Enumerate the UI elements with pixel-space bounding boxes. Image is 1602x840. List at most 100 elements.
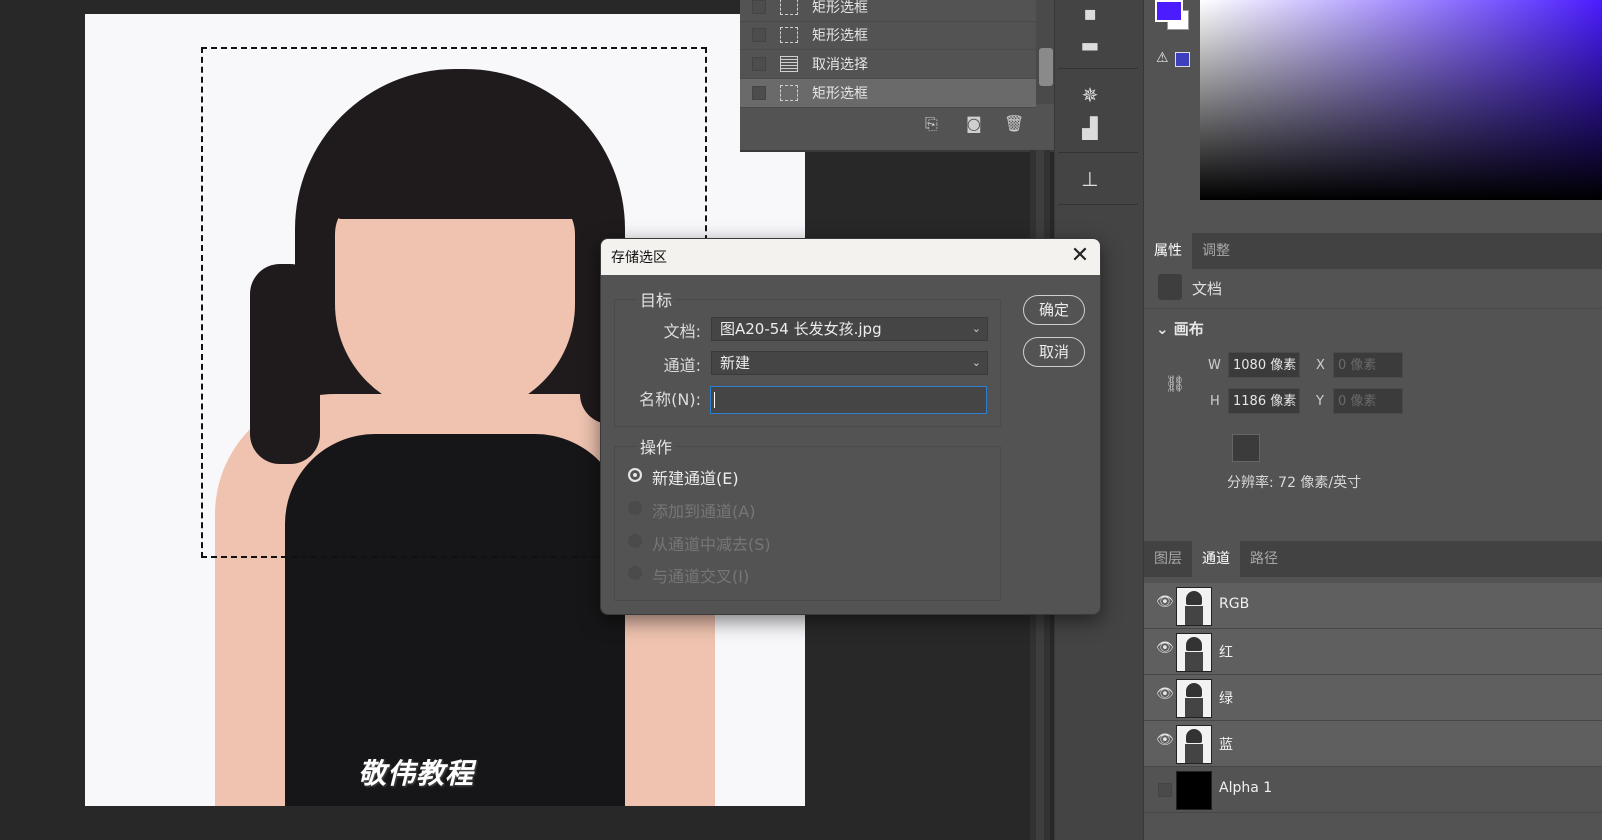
- channel-select-value: 新建: [720, 354, 751, 372]
- close-icon[interactable]: ✕: [1067, 243, 1093, 269]
- clone-source-icon[interactable]: ⊥: [1077, 166, 1103, 192]
- radio-add-to-channel-label: 添加到通道(A): [652, 502, 756, 521]
- history-item-label: 取消选择: [812, 57, 868, 73]
- radio-new-channel-label: 新建通道(E): [652, 469, 739, 488]
- eye-icon[interactable]: 👁: [1156, 687, 1174, 701]
- chevron-down-icon: ⌄: [1156, 320, 1174, 338]
- channel-thumbnail: [1176, 633, 1212, 672]
- channel-name: RGB: [1219, 596, 1250, 612]
- web-safe-swatch[interactable]: [1175, 52, 1190, 67]
- channel-thumbnail: [1176, 771, 1212, 810]
- channel-thumbnail: [1176, 587, 1212, 626]
- link-icon[interactable]: ⛓: [1165, 374, 1185, 393]
- eye-icon[interactable]: 👁: [1156, 733, 1174, 747]
- divider: [1058, 204, 1138, 205]
- radio-intersect-with-channel-label: 与通道交叉(I): [652, 567, 750, 586]
- snapshot-checkbox[interactable]: [752, 57, 766, 71]
- eye-icon[interactable]: 👁: [1156, 641, 1174, 655]
- history-item-label: 矩形选框: [812, 28, 868, 44]
- channel-row[interactable]: 👁 蓝: [1144, 721, 1602, 767]
- radio-subtract-from-channel[interactable]: [628, 534, 642, 548]
- name-input[interactable]: [710, 386, 987, 414]
- new-document-from-state-icon[interactable]: ⎘: [925, 114, 938, 134]
- comment-icon[interactable]: ▬: [1077, 32, 1103, 58]
- channel-name: Alpha 1: [1219, 780, 1273, 796]
- dialog-title: 存储选区: [611, 250, 667, 266]
- radio-add-to-channel[interactable]: [628, 501, 642, 515]
- tab-channels[interactable]: 通道: [1192, 541, 1240, 577]
- plugin-icon[interactable]: ▪: [1077, 0, 1103, 26]
- x-field[interactable]: 0 像素: [1333, 352, 1403, 378]
- channel-name: 绿: [1219, 691, 1233, 707]
- height-label: H: [1210, 394, 1220, 409]
- history-item[interactable]: 矩形选框: [740, 21, 1036, 50]
- history-item[interactable]: 矩形选框: [740, 0, 1036, 22]
- out-of-gamut-warning-icon[interactable]: ⚠: [1156, 50, 1169, 66]
- foreground-color-swatch[interactable]: [1155, 0, 1183, 22]
- color-picker-field[interactable]: [1200, 0, 1602, 200]
- camera-icon[interactable]: ◙: [966, 114, 982, 133]
- snapshot-checkbox[interactable]: [752, 0, 766, 14]
- radio-subtract-from-channel-label: 从通道中减去(S): [652, 535, 771, 554]
- width-field[interactable]: 1080 像素: [1228, 352, 1300, 378]
- resolution-text: 分辨率: 72 像素/英寸: [1227, 475, 1362, 491]
- tab-layers[interactable]: 图层: [1144, 541, 1192, 577]
- tab-properties[interactable]: 属性: [1144, 233, 1192, 269]
- history-item-label: 矩形选框: [812, 86, 868, 102]
- properties-type-label: 文档: [1192, 280, 1223, 298]
- document-icon: [780, 56, 798, 72]
- text-caret: [714, 392, 715, 408]
- marquee-icon: [780, 85, 798, 101]
- portrait-orientation-icon[interactable]: [1232, 434, 1260, 462]
- divider: [1058, 68, 1138, 69]
- channel-name: 红: [1219, 645, 1233, 661]
- divider: [1058, 152, 1138, 153]
- radio-intersect-with-channel[interactable]: [628, 566, 642, 580]
- channel-label: 通道:: [663, 356, 701, 375]
- channel-select[interactable]: 新建 ⌄: [711, 351, 988, 375]
- cancel-button[interactable]: 取消: [1023, 337, 1085, 367]
- history-panel: 矩形选框 矩形选框 取消选择 矩形选框 ⎘ ◙ 🗑: [740, 0, 1058, 152]
- divider: [1144, 308, 1602, 309]
- history-item-selected[interactable]: 矩形选框: [740, 79, 1036, 108]
- channel-row[interactable]: 👁 RGB: [1144, 583, 1602, 629]
- height-field[interactable]: 1186 像素: [1228, 388, 1300, 414]
- tab-paths[interactable]: 路径: [1240, 541, 1288, 577]
- y-field[interactable]: 0 像素: [1333, 388, 1403, 414]
- width-label: W: [1208, 358, 1221, 373]
- channel-row-alpha[interactable]: Alpha 1: [1144, 767, 1602, 813]
- marquee-icon: [780, 27, 798, 43]
- channel-thumbnail: [1176, 679, 1212, 718]
- marquee-icon: [780, 0, 798, 15]
- watermark: 敬伟教程: [358, 757, 475, 790]
- dialog-titlebar[interactable]: [601, 239, 1100, 275]
- y-label: Y: [1316, 394, 1324, 409]
- channel-row[interactable]: 👁 红: [1144, 629, 1602, 675]
- channels-tabbar: 图层 通道 路径: [1144, 541, 1602, 577]
- document-select[interactable]: 图A20-54 长发女孩.jpg ⌄: [711, 317, 988, 341]
- snapshot-checkbox[interactable]: [752, 86, 766, 100]
- document-label: 文档:: [663, 322, 701, 341]
- properties-tabbar: 属性 调整: [1144, 233, 1602, 269]
- canvas-section-header[interactable]: ⌄ 画布: [1156, 318, 1204, 339]
- document-select-value: 图A20-54 长发女孩.jpg: [720, 320, 882, 338]
- ok-button[interactable]: 确定: [1023, 295, 1085, 325]
- target-group-label: 目标: [636, 287, 677, 311]
- snapshot-checkbox[interactable]: [752, 28, 766, 42]
- history-item-label: 矩形选框: [812, 0, 868, 16]
- navigator-wheel-icon[interactable]: ✵: [1077, 82, 1103, 108]
- radio-new-channel[interactable]: [628, 468, 642, 482]
- visibility-toggle[interactable]: [1158, 783, 1172, 797]
- trash-icon[interactable]: 🗑: [1004, 114, 1024, 133]
- tab-adjustments[interactable]: 调整: [1192, 233, 1240, 269]
- channel-name: 蓝: [1219, 737, 1233, 753]
- history-item[interactable]: 取消选择: [740, 50, 1036, 79]
- channel-row[interactable]: 👁 绿: [1144, 675, 1602, 721]
- landscape-orientation-icon[interactable]: [1264, 434, 1290, 460]
- save-selection-dialog: 存储选区 ✕ 目标 文档: 图A20-54 长发女孩.jpg ⌄ 通道: 新建 ⌄ …: [600, 238, 1101, 615]
- eye-icon[interactable]: 👁: [1156, 595, 1174, 609]
- histogram-icon[interactable]: ▟: [1077, 115, 1103, 141]
- channel-thumbnail: [1176, 725, 1212, 764]
- chevron-down-icon: ⌄: [971, 356, 981, 369]
- history-scroll-thumb[interactable]: [1039, 48, 1053, 86]
